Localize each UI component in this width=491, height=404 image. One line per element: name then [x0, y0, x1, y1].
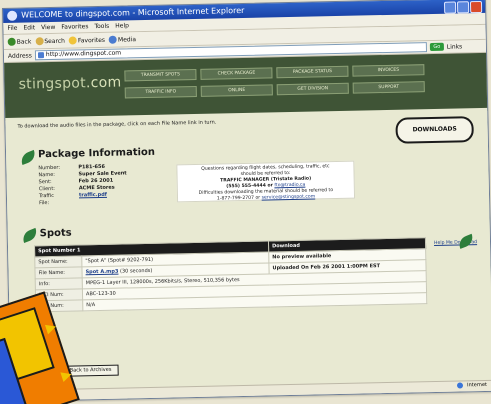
maximize-button[interactable]: [456, 1, 470, 14]
back-arrow-icon: [7, 37, 16, 46]
menu-view[interactable]: View: [41, 22, 55, 33]
nav-item-online[interactable]: ONLINE: [200, 84, 273, 97]
page-content: To download the audio files in the packa…: [5, 107, 491, 391]
downloads-logo: DOWNLOADS: [395, 116, 474, 144]
menu-file[interactable]: File: [7, 23, 17, 34]
media-icon: [108, 35, 118, 44]
globe-icon: [457, 382, 464, 389]
browser-window: WELCOME to dingspot.com - Microsoft Inte…: [2, 0, 491, 402]
nav-item-invoices[interactable]: INVOICES: [352, 64, 425, 77]
ie-logo-icon: [7, 10, 18, 21]
spots-table: Spot Number 1 Download Spot Name: "Spot …: [34, 237, 427, 312]
nav-item-support[interactable]: SUPPORT: [352, 81, 425, 94]
menu-favorites[interactable]: Favorites: [61, 21, 88, 33]
favorites-button[interactable]: Favorites: [68, 36, 105, 45]
nav-item-traffic-info[interactable]: TRAFFIC INFO: [124, 85, 197, 99]
traffic-file-link[interactable]: traffic.pdf: [79, 192, 107, 207]
package-title: Package Information: [37, 146, 156, 161]
spot-file-link[interactable]: Spot A.mp3: [85, 269, 118, 276]
site-nav: TRANSMIT SPOTS CHECK PACKAGE PACKAGE STA…: [124, 64, 425, 99]
go-button[interactable]: Go: [429, 42, 444, 52]
site-logo: stingspot.com: [18, 74, 122, 93]
menu-help[interactable]: Help: [115, 20, 129, 31]
security-zone: Internet: [457, 382, 487, 389]
nav-item-check-package[interactable]: CHECK PACKAGE: [200, 67, 273, 80]
package-info: Number: P181-656 Name: Super Sale Event Se…: [38, 163, 127, 207]
leaf-icon: [18, 149, 38, 166]
traffic-email-link[interactable]: fto@tradio.ca: [274, 183, 305, 189]
contact-notice: Questions regarding flight dates, schedu…: [176, 160, 356, 203]
back-button[interactable]: Back: [7, 37, 32, 46]
screenshot-scene: WELCOME to dingspot.com - Microsoft Inte…: [0, 0, 491, 404]
nav-item-package-status[interactable]: PACKAGE STATUS: [276, 65, 349, 79]
search-icon: [35, 37, 44, 46]
links-label[interactable]: Links: [447, 43, 463, 50]
star-icon: [68, 36, 77, 45]
nav-item-transmit-spots[interactable]: TRANSMIT SPOTS: [124, 68, 197, 82]
spots-title: Spots: [39, 227, 72, 240]
menu-edit[interactable]: Edit: [23, 22, 35, 33]
address-label: Address: [7, 51, 32, 60]
download-instructions: To download the audio files in the packa…: [17, 119, 217, 130]
media-button[interactable]: Media: [108, 35, 136, 44]
search-button[interactable]: Search: [35, 37, 65, 46]
nav-item-get-division[interactable]: GET DIVISION: [276, 82, 349, 96]
minimize-button[interactable]: [443, 1, 457, 14]
window-title: WELCOME to dingspot.com - Microsoft Inte…: [21, 5, 245, 20]
support-email-link[interactable]: service@stingspot.com: [262, 194, 316, 200]
close-button[interactable]: [469, 0, 483, 14]
menu-tools[interactable]: Tools: [94, 21, 109, 32]
leaf-icon: [20, 227, 40, 244]
package-row: Traffic File: traffic.pdf: [38, 191, 108, 207]
